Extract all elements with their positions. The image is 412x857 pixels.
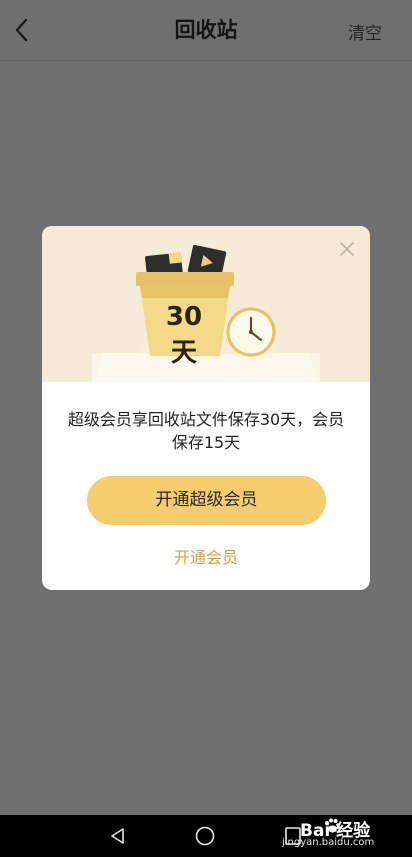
open-super-member-button[interactable]: 开通超级会员 (87, 476, 326, 525)
days-badge: 30天 (165, 302, 203, 368)
triangle-back-icon[interactable] (108, 826, 128, 846)
watermark-url: jingyan.baidu.com (282, 837, 375, 848)
dialog-banner: 30天 (42, 226, 370, 382)
clock-icon (226, 307, 276, 357)
baidu-jingyan-watermark: Bai 经验 jingyan.baidu.com (270, 816, 390, 854)
top-bar: 回收站 清空 (0, 0, 412, 60)
circle-home-icon[interactable] (194, 825, 216, 847)
divider (0, 60, 412, 61)
clear-button[interactable]: 清空 (348, 19, 382, 44)
upgrade-dialog: 30天 超级会员享回收站文件保存30天，会员保存15天 开通超级会员 开通会员 (42, 226, 370, 590)
open-member-link[interactable]: 开通会员 (42, 544, 370, 568)
paw-icon (325, 818, 340, 833)
dialog-message: 超级会员享回收站文件保存30天，会员保存15天 (67, 410, 345, 452)
close-icon[interactable] (338, 240, 356, 258)
screen: 回收站 清空 30天 超级会员享回收站文件保存30天，会员保存15天 开通超级会… (0, 0, 412, 857)
